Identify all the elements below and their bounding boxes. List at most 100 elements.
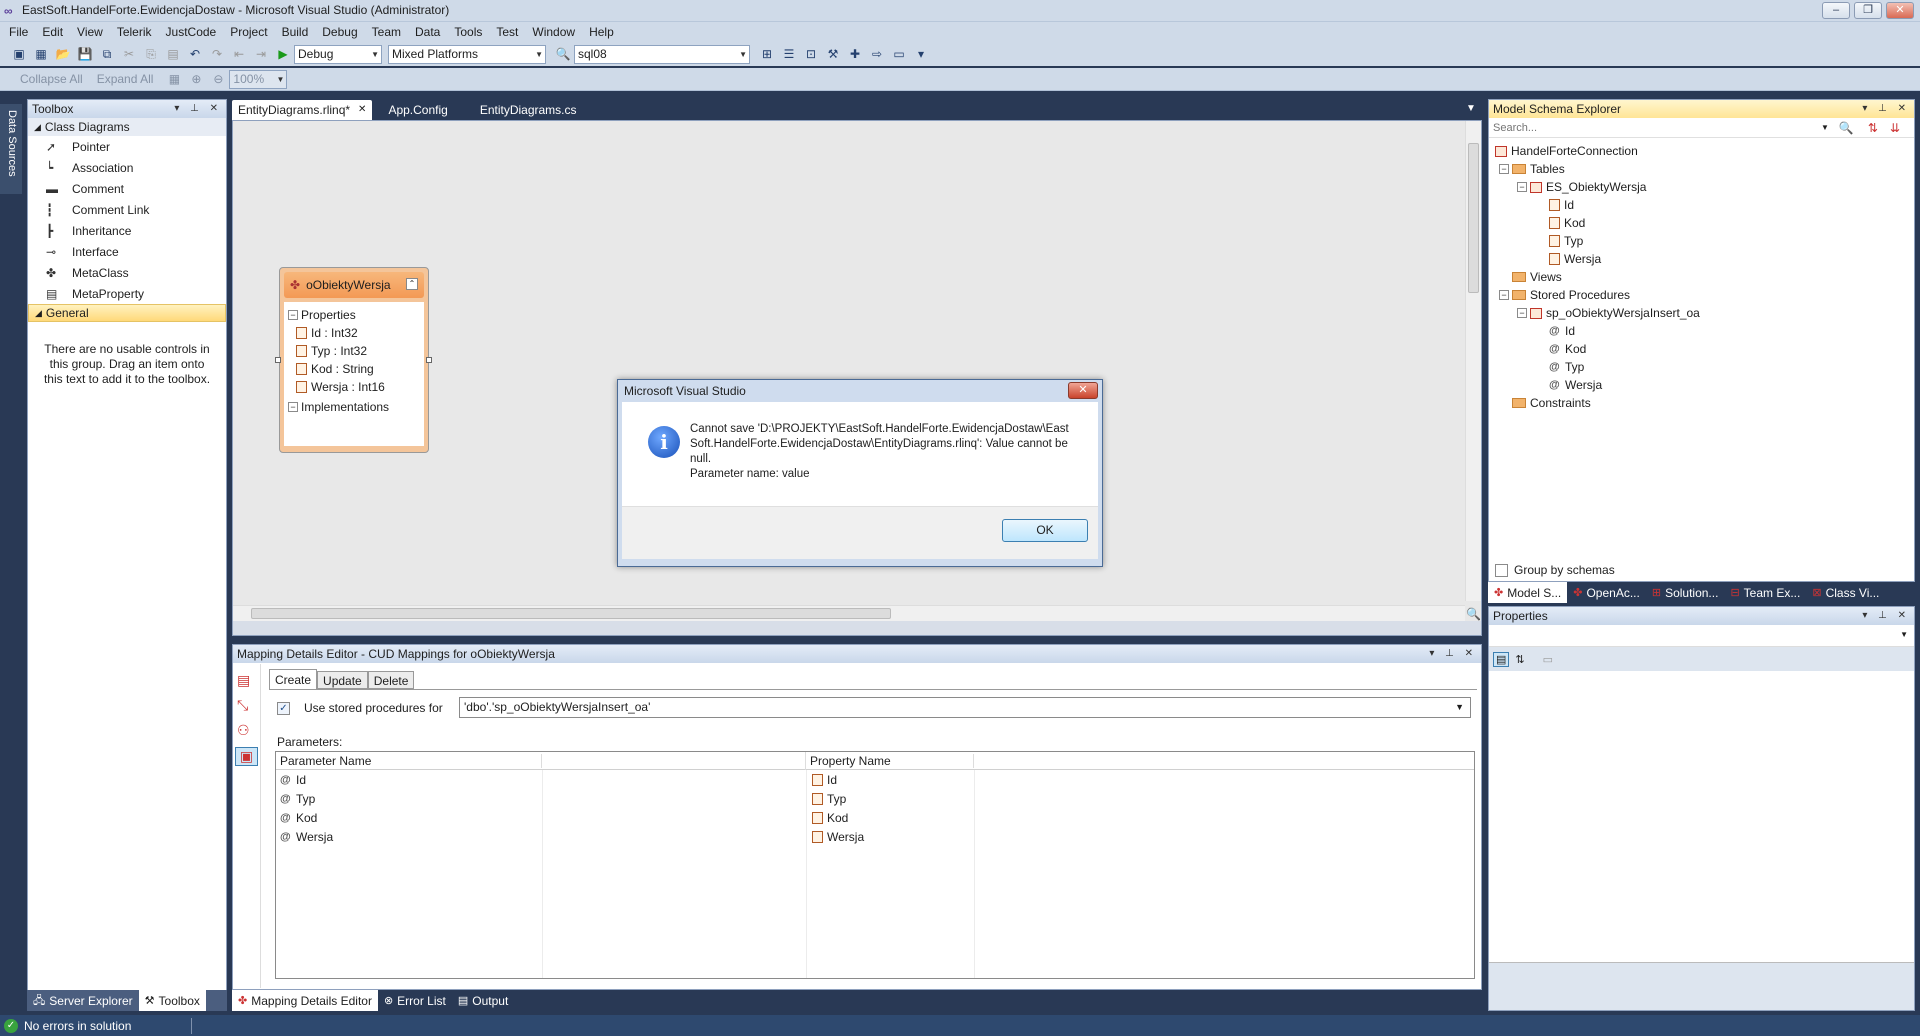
collapse-icon[interactable]: − — [1517, 308, 1527, 318]
redo-icon[interactable]: ↷ — [208, 45, 226, 63]
tree-sp[interactable]: − sp_oObiektyWersjaInsert_oa — [1495, 304, 1914, 322]
menu-test[interactable]: Test — [489, 22, 525, 42]
class-mapping-icon[interactable]: ▤ — [237, 672, 256, 689]
panel-pin-icons[interactable]: ▾ ⊥ ✕ — [1862, 100, 1910, 118]
cud-mapping-icon[interactable]: ▣ — [235, 747, 258, 766]
toolbox-item-interface[interactable]: ⊸ Interface — [28, 241, 226, 262]
search-icon[interactable]: 🔍 — [1839, 121, 1854, 135]
add-item-icon[interactable]: ▦ — [32, 45, 50, 63]
menu-tools[interactable]: Tools — [447, 22, 489, 42]
menu-team[interactable]: Team — [365, 22, 408, 42]
implementations-compartment[interactable]: − Implementations — [288, 398, 420, 416]
find-in-files-icon[interactable]: 🔍 — [554, 45, 572, 63]
start-page-icon[interactable]: ⇨ — [868, 45, 886, 63]
toolbox-icon[interactable]: ⚒ — [824, 45, 842, 63]
collapse-icon[interactable]: − — [288, 402, 298, 412]
refresh-schema-icon[interactable]: ⇅ — [1868, 121, 1878, 135]
save-all-icon[interactable]: ⧉ — [98, 45, 116, 63]
entity-shape[interactable]: ✤ oObiektyWersja ⌃ − Properties Id : Int3… — [279, 267, 429, 453]
close-tab-icon[interactable]: ✕ — [358, 100, 366, 120]
tab-schema-4[interactable]: ⊠ Class Vi... — [1806, 583, 1885, 603]
menu-view[interactable]: View — [70, 22, 110, 42]
tab-create[interactable]: Create — [269, 668, 318, 690]
navigate-forward-icon[interactable]: ⇥ — [252, 45, 270, 63]
cut-icon[interactable]: ✂ — [120, 45, 138, 63]
stored-procedure-select[interactable]: 'dbo'.'sp_oObiektyWersjaInsert_oa' ▼ — [459, 697, 1471, 718]
menu-edit[interactable]: Edit — [35, 22, 70, 42]
tab-delete[interactable]: Delete — [367, 671, 415, 689]
navigate-icon[interactable]: ⇤ — [230, 45, 248, 63]
save-icon[interactable]: 💾 — [76, 45, 94, 63]
entity-property[interactable]: Wersja : Int16 — [296, 378, 420, 396]
collapse-icon[interactable]: − — [288, 310, 298, 320]
collapse-entity-icon[interactable]: ⌃ — [406, 278, 418, 290]
relation-mapping-icon[interactable]: ⤡ — [237, 697, 256, 714]
property-pages-icon[interactable]: ▭ — [1543, 653, 1553, 666]
collapse-all-button[interactable]: Collapse All — [20, 72, 83, 86]
menu-justcode[interactable]: JustCode — [159, 22, 224, 42]
collapse-icon[interactable]: − — [1517, 182, 1527, 192]
zoom-out-icon[interactable]: ⊖ — [209, 70, 227, 88]
command-window-icon[interactable]: ▭ — [890, 45, 908, 63]
tab-update[interactable]: Update — [317, 671, 368, 689]
tree-table[interactable]: − ES_ObiektyWersja — [1495, 178, 1914, 196]
start-debug-icon[interactable]: ▶ — [274, 45, 292, 63]
minimize-button[interactable]: – — [1822, 2, 1850, 19]
tab-server-explorer[interactable]: 🖧 Server Explorer — [27, 991, 139, 1011]
schema-search-input[interactable] — [1489, 118, 1819, 137]
menu-debug[interactable]: Debug — [315, 22, 364, 42]
tab-schema-2[interactable]: ⊞ Solution... — [1646, 583, 1725, 603]
solution-explorer-icon[interactable]: ⊞ — [758, 45, 776, 63]
inheritance-mapping-icon[interactable]: ⚇ — [237, 722, 256, 739]
zoom-in-icon[interactable]: ⊕ — [187, 70, 205, 88]
tree-parameter[interactable]: @ Kod — [1495, 340, 1914, 358]
resize-handle[interactable] — [426, 357, 432, 363]
entity-property[interactable]: Id : Int32 — [296, 324, 420, 342]
close-button[interactable]: ✕ — [1886, 2, 1914, 19]
tree-views[interactable]: Views — [1495, 268, 1914, 286]
tree-connection[interactable]: HandelForteConnection — [1495, 142, 1914, 160]
toolbox-group-class-diagrams[interactable]: ◢ Class Diagrams — [28, 118, 226, 136]
object-browser-icon[interactable]: ⊡ — [802, 45, 820, 63]
tab-document[interactable]: App.Config — [382, 100, 453, 120]
menu-telerik[interactable]: Telerik — [110, 22, 159, 42]
table-row[interactable]: @ Wersja Wersja — [276, 827, 1474, 846]
toolbox-item-inheritance[interactable]: ┣ Inheritance — [28, 220, 226, 241]
ok-button[interactable]: OK — [1002, 519, 1088, 542]
tab-output[interactable]: ▤ Output — [452, 991, 514, 1011]
pan-zoom-icon[interactable]: 🔍 — [1466, 607, 1481, 621]
tab-document[interactable]: EntityDiagrams.cs — [474, 100, 583, 120]
tree-constraints[interactable]: Constraints — [1495, 394, 1914, 412]
panel-pin-icons[interactable]: ▾ ⊥ ✕ — [1429, 645, 1477, 663]
tab-toolbox[interactable]: ⚒ Toolbox — [138, 990, 206, 1011]
tree-tables[interactable]: − Tables — [1495, 160, 1914, 178]
dialog-close-button[interactable]: ✕ — [1068, 382, 1098, 399]
collapse-icon[interactable]: − — [1499, 290, 1509, 300]
platform-select[interactable]: Mixed Platforms ▼ — [388, 44, 546, 64]
col-property-name[interactable]: Property Name — [806, 753, 974, 768]
configuration-select[interactable]: Debug ▼ — [294, 44, 382, 64]
menu-file[interactable]: File — [2, 22, 35, 42]
tab-schema-3[interactable]: ⊟ Team Ex... — [1724, 583, 1806, 603]
group-by-checkbox[interactable] — [1495, 563, 1508, 577]
toolbox-item-metaclass[interactable]: ✤ MetaClass — [28, 262, 226, 283]
maximize-button[interactable]: ❐ — [1854, 2, 1882, 19]
tree-parameter[interactable]: @ Typ — [1495, 358, 1914, 376]
tab-mapping-details-editor[interactable]: ✤ Mapping Details Editor — [232, 990, 378, 1011]
toolbox-item-association[interactable]: ┕ Association — [28, 157, 226, 178]
menu-project[interactable]: Project — [223, 22, 274, 42]
parameters-grid[interactable]: Parameter Name Property Name @ Id Id @ Typ Ty… — [275, 751, 1475, 979]
tab-error-list[interactable]: ⊗ Error List — [378, 991, 452, 1011]
zoom-select[interactable]: 100% ▼ — [229, 69, 288, 89]
update-schema-icon[interactable]: ⇊ — [1890, 121, 1900, 135]
data-sources-strip[interactable]: Data Sources — [0, 104, 22, 194]
col-parameter-name[interactable]: Parameter Name — [276, 753, 542, 768]
panel-pin-icons[interactable]: ▾ ⊥ ✕ — [174, 100, 222, 118]
menu-build[interactable]: Build — [275, 22, 316, 42]
alphabetical-icon[interactable]: ⇅ — [1515, 653, 1524, 666]
toolbox-item-comment[interactable]: ▬ Comment — [28, 178, 226, 199]
extension-manager-icon[interactable]: ✚ — [846, 45, 864, 63]
undo-icon[interactable]: ↶ — [186, 45, 204, 63]
menu-data[interactable]: Data — [408, 22, 447, 42]
table-row[interactable]: @ Kod Kod — [276, 808, 1474, 827]
